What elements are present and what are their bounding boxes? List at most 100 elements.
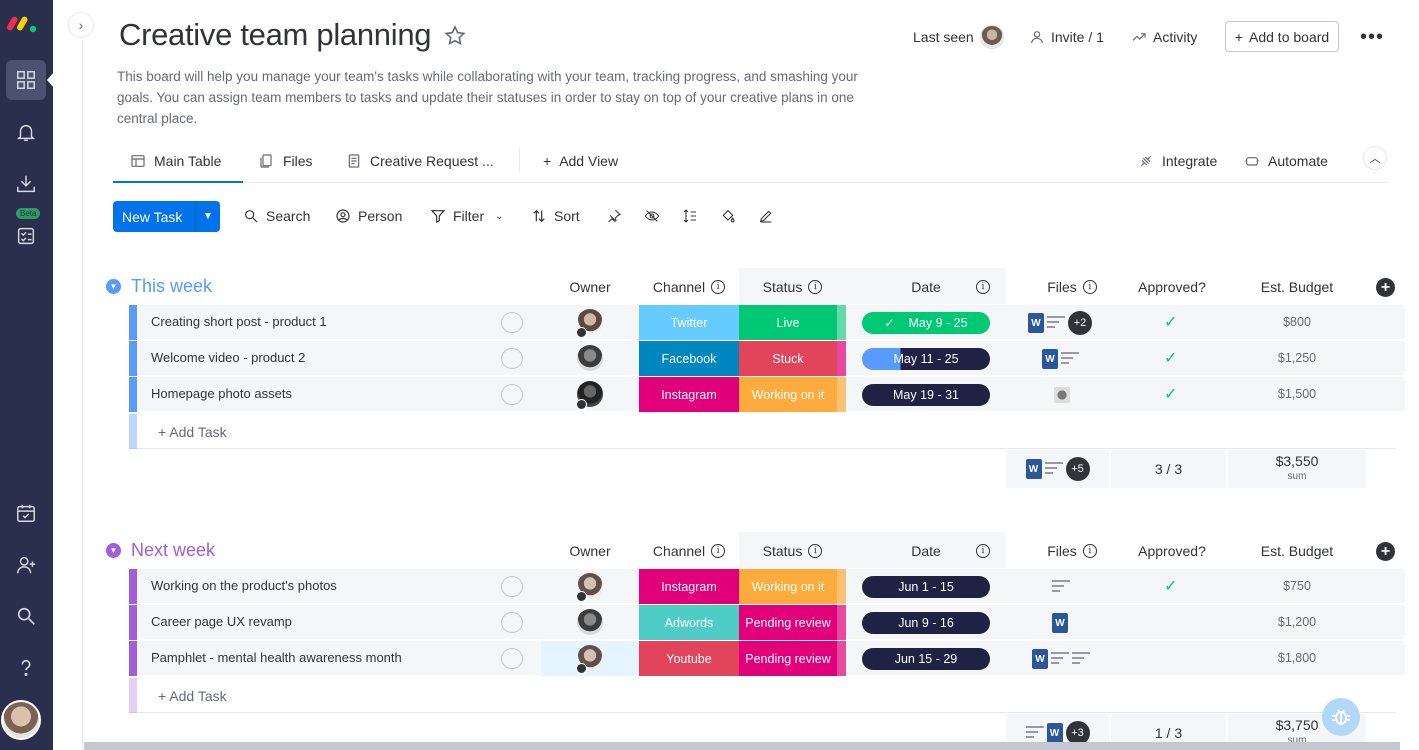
channel-cell[interactable]: Instagram <box>639 377 739 412</box>
row-height-icon[interactable] <box>682 204 698 228</box>
invite-members-icon[interactable] <box>6 545 46 585</box>
task-name[interactable]: Career page UX revamp <box>151 614 292 629</box>
budget-value[interactable]: $1,800 <box>1257 651 1337 665</box>
status-cell[interactable]: Working on it <box>739 377 837 412</box>
table-row[interactable]: Career page UX revamp Adwords Pending re… <box>129 605 1405 640</box>
automate-button[interactable]: Automate <box>1244 148 1328 174</box>
column-header-files[interactable]: Files i <box>1022 279 1122 295</box>
info-icon[interactable]: i <box>1082 544 1097 558</box>
hide-columns-icon[interactable] <box>644 204 660 228</box>
table-row[interactable]: Working on the product's photos Instagra… <box>129 569 1405 604</box>
group-this-week-header[interactable]: ▼ This week <box>106 276 212 297</box>
column-header-date[interactable]: Date <box>862 543 990 559</box>
column-header-approved[interactable]: Approved? <box>1122 543 1222 559</box>
comment-bubble-icon[interactable] <box>501 384 523 405</box>
table-row[interactable]: Creating short post - product 1 Twitter … <box>129 305 1405 340</box>
add-column-icon[interactable]: + <box>1376 542 1395 561</box>
owner-avatar[interactable] <box>576 645 603 674</box>
comment-bubble-icon[interactable] <box>501 648 523 669</box>
date-pill[interactable]: Jun 15 - 29 <box>862 648 990 670</box>
date-pill[interactable]: May 19 - 31 <box>862 384 990 406</box>
check-icon[interactable]: ✓ <box>1164 384 1177 404</box>
table-row[interactable]: Homepage photo assets Instagram Working … <box>129 377 1405 412</box>
budget-value[interactable]: $1,500 <box>1257 387 1337 401</box>
budget-value[interactable]: $1,250 <box>1257 351 1337 365</box>
budget-value[interactable]: $1,200 <box>1257 615 1337 629</box>
group-title[interactable]: This week <box>131 276 212 297</box>
chevron-down-icon[interactable]: ▼ <box>106 279 121 294</box>
budget-value[interactable]: $800 <box>1257 315 1337 329</box>
table-row[interactable]: Welcome video - product 2 Facebook Stuck… <box>129 341 1405 376</box>
column-header-channel[interactable]: Channel i <box>639 279 739 295</box>
info-icon[interactable]: i <box>808 280 823 294</box>
date-pill[interactable]: ✓ May 9 - 25 <box>862 312 990 334</box>
info-icon[interactable]: i <box>711 280 726 294</box>
calendar-check-icon[interactable] <box>6 493 46 533</box>
color-fill-icon[interactable] <box>720 204 736 228</box>
status-cell[interactable]: Stuck <box>739 341 837 376</box>
activity-button[interactable]: Activity <box>1131 22 1197 52</box>
integrate-button[interactable]: Integrate <box>1138 148 1217 174</box>
tab-files[interactable]: Files <box>259 148 313 174</box>
tab-creative-request[interactable]: Creative Request ... <box>346 148 494 174</box>
pin-icon[interactable] <box>606 204 622 228</box>
files-cell[interactable] <box>1054 383 1070 407</box>
status-cell[interactable]: Working on it <box>739 569 837 604</box>
monday-logo-icon[interactable] <box>6 10 46 36</box>
workspace-icon[interactable] <box>6 60 46 100</box>
feedback-bug-icon[interactable] <box>1322 698 1360 736</box>
notifications-icon[interactable] <box>6 112 46 152</box>
owner-avatar[interactable] <box>577 609 603 635</box>
star-icon[interactable] <box>443 24 467 48</box>
column-header-approved[interactable]: Approved? <box>1122 279 1222 295</box>
info-icon[interactable]: i <box>711 544 726 558</box>
column-header-files[interactable]: Files i <box>1022 543 1122 559</box>
files-cell[interactable]: W +2 <box>1028 311 1092 335</box>
files-cell[interactable]: W <box>1052 611 1068 635</box>
files-cell[interactable] <box>1052 575 1070 599</box>
sort-button[interactable]: Sort <box>531 204 580 228</box>
task-name[interactable]: Working on the product's photos <box>151 578 337 593</box>
chevron-down-icon[interactable]: ▼ <box>106 543 121 558</box>
column-header-owner[interactable]: Owner <box>548 543 632 559</box>
check-icon[interactable]: ✓ <box>1164 312 1177 332</box>
add-to-board-button[interactable]: + Add to board <box>1225 21 1339 52</box>
task-name[interactable]: Pamphlet - mental health awareness month <box>151 650 402 665</box>
owner-avatar[interactable] <box>576 381 603 410</box>
info-icon[interactable]: i <box>976 544 990 558</box>
user-avatar[interactable] <box>1 700 41 740</box>
horizontal-scrollbar[interactable] <box>84 742 1400 750</box>
filter-button[interactable]: Filter ⌄ <box>430 204 504 228</box>
column-header-budget[interactable]: Est. Budget <box>1237 279 1357 295</box>
check-icon[interactable]: ✓ <box>1164 348 1177 368</box>
last-seen-button[interactable]: Last seen <box>913 22 1004 52</box>
channel-cell[interactable]: Youtube <box>639 641 739 676</box>
check-icon[interactable]: ✓ <box>1164 576 1177 596</box>
group-title[interactable]: Next week <box>131 540 215 561</box>
add-task-label[interactable]: + Add Task <box>158 424 227 440</box>
comment-bubble-icon[interactable] <box>501 312 523 333</box>
group-next-week-header[interactable]: ▼ Next week <box>106 540 215 561</box>
channel-cell[interactable]: Facebook <box>639 341 739 376</box>
task-name[interactable]: Welcome video - product 2 <box>151 350 305 365</box>
comment-bubble-icon[interactable] <box>501 612 523 633</box>
search-icon[interactable] <box>6 596 46 636</box>
new-task-button[interactable]: New Task ▼ <box>113 201 220 232</box>
channel-cell[interactable]: Twitter <box>639 305 739 340</box>
column-header-budget[interactable]: Est. Budget <box>1237 543 1357 559</box>
info-icon[interactable]: i <box>1082 280 1097 294</box>
date-pill[interactable]: May 11 - 25 <box>862 348 990 370</box>
expand-sidebar-button[interactable]: › <box>68 12 94 38</box>
column-header-date[interactable]: Date <box>862 279 990 295</box>
table-row[interactable]: Pamphlet - mental health awareness month… <box>129 641 1405 676</box>
my-work-icon[interactable] <box>6 216 46 256</box>
channel-cell[interactable]: Adwords <box>639 605 739 640</box>
add-task-label[interactable]: + Add Task <box>158 688 227 704</box>
comment-bubble-icon[interactable] <box>501 576 523 597</box>
board-description[interactable]: This board will help you manage your tea… <box>117 66 897 129</box>
chevron-down-icon[interactable]: ⌄ <box>495 211 503 222</box>
files-cell[interactable]: W <box>1042 347 1079 371</box>
inbox-download-icon[interactable] <box>6 164 46 204</box>
column-header-status[interactable]: Status i <box>739 543 846 559</box>
person-filter-button[interactable]: Person <box>335 204 402 228</box>
